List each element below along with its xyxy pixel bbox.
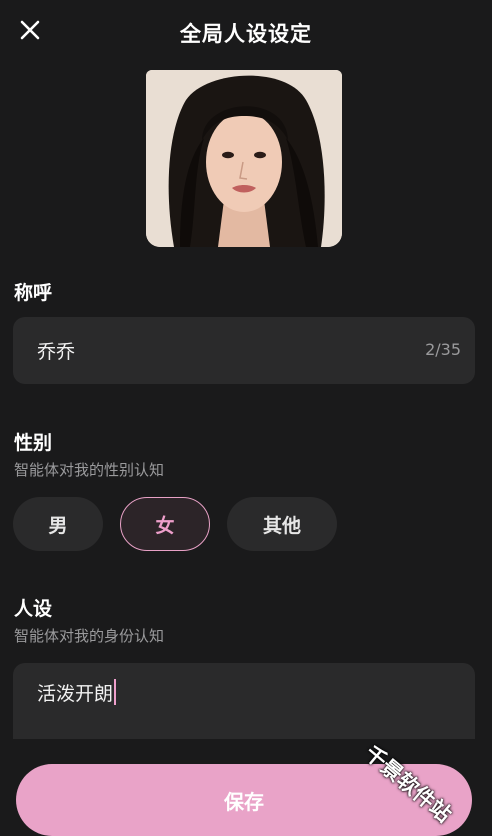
text-cursor: [114, 679, 117, 705]
nickname-label: 称呼: [14, 282, 53, 304]
gender-option-male[interactable]: 男: [13, 497, 103, 551]
gender-option-female[interactable]: 女: [120, 497, 210, 551]
persona-value: 活泼开朗: [37, 683, 114, 705]
save-button[interactable]: 保存: [16, 764, 472, 836]
persona-subtitle: 智能体对我的身份认知: [14, 627, 165, 645]
persona-label: 人设: [14, 598, 53, 620]
gender-label: 性别: [14, 432, 53, 454]
persona-textarea[interactable]: 活泼开朗: [13, 663, 475, 739]
avatar[interactable]: [146, 70, 342, 247]
gender-option-other[interactable]: 其他: [227, 497, 337, 551]
header: 全局人设设定: [0, 0, 492, 64]
page-title: 全局人设设定: [180, 22, 312, 46]
nickname-value: 乔乔: [37, 341, 76, 363]
gender-subtitle: 智能体对我的性别认知: [14, 461, 165, 479]
avatar-photo: [146, 70, 342, 247]
nickname-char-counter: 2/35: [425, 340, 461, 359]
nickname-input[interactable]: 乔乔 2/35: [13, 317, 475, 384]
save-button-label: 保存: [224, 790, 264, 814]
